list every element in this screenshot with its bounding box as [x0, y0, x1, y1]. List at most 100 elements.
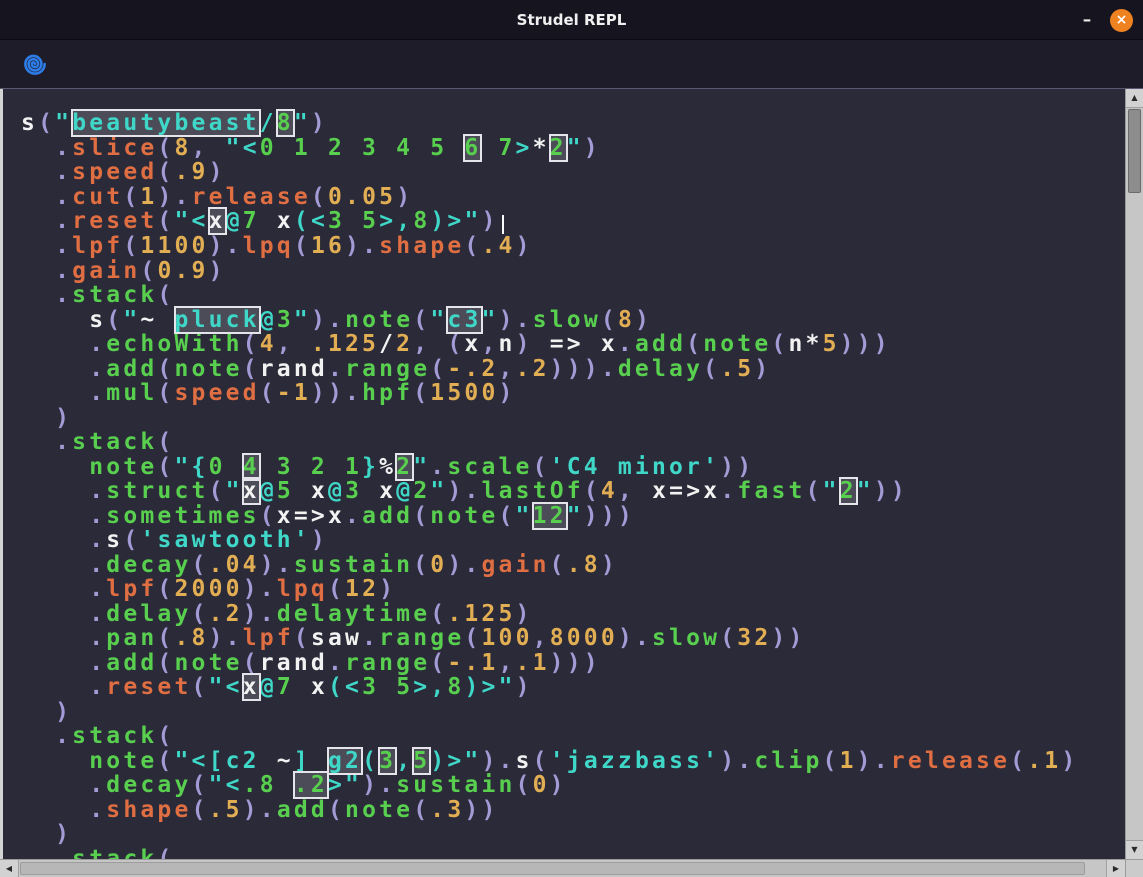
code-token: note [174, 650, 242, 676]
scroll-up-button[interactable]: ▲ [1126, 89, 1143, 108]
code-line[interactable]: .sometimes(x=>x.add(note("12"))) [21, 504, 1125, 529]
code-token: 1 [840, 748, 857, 774]
code-line[interactable]: .echoWith(4, .125/2, (x,n) => x.add(note… [21, 332, 1125, 357]
code-line[interactable]: .add(note(rand.range(-.2,.2))).delay(.5) [21, 357, 1125, 382]
code-token [21, 527, 89, 553]
code-token [21, 625, 89, 651]
code-line[interactable]: .struct("x@5 x@3 x@2").lastOf(4, x=>x.fa… [21, 479, 1125, 504]
code-line[interactable]: .lpf(1100).lpq(16).shape(.4) [21, 234, 1125, 259]
code-token: . [464, 552, 481, 578]
active-event-highlight: c3 [447, 307, 481, 333]
scroll-left-button[interactable]: ◀ [0, 860, 19, 877]
code-line[interactable]: .stack( [21, 847, 1125, 860]
code-token: 5 [823, 331, 840, 357]
code-token [260, 208, 277, 234]
horizontal-scrollbar-thumb[interactable] [20, 862, 1085, 875]
close-icon: × [1116, 12, 1128, 28]
code-line[interactable]: .stack( [21, 724, 1125, 749]
code-token: ( [413, 380, 430, 406]
code-token: ( [243, 650, 260, 676]
code-token: 2 [413, 478, 430, 504]
scrollbar-corner [1125, 859, 1143, 877]
code-token: " [567, 135, 584, 161]
code-token: x [379, 478, 396, 504]
code-token: . [430, 454, 447, 480]
code-line[interactable]: ) [21, 822, 1125, 847]
code-token: s [21, 110, 38, 136]
code-line[interactable]: s("~ pluck@3").note("c3").slow(8) [21, 308, 1125, 333]
code-line[interactable]: .delay(.2).delaytime(.125) [21, 602, 1125, 627]
code-token: , [533, 625, 550, 651]
code-token [21, 184, 55, 210]
code-token: , [481, 331, 498, 357]
code-viewport[interactable]: s("beautybeast/8") .slice(8, "<0 1 2 3 4… [0, 89, 1125, 859]
title-bar[interactable]: Strudel REPL – × [0, 0, 1143, 40]
code-line[interactable]: .add(note(rand.range(-.1,.1))) [21, 651, 1125, 676]
code-line[interactable]: .pan(.8).lpf(saw.range(100,8000).slow(32… [21, 626, 1125, 651]
code-token: 0.05 [328, 184, 396, 210]
code-line[interactable]: note("{0 4 3 2 1}%2".scale('C4 minor')) [21, 455, 1125, 480]
code-token: scale [447, 454, 532, 480]
code-token: .8 [174, 625, 208, 651]
code-token: x [311, 674, 328, 700]
code-line[interactable]: ) [21, 700, 1125, 725]
code-token: / [260, 110, 277, 136]
active-event-highlight: 4 [243, 454, 260, 480]
code-line[interactable]: .mul(speed(-1)).hpf(1500) [21, 381, 1125, 406]
code-line[interactable]: .decay(.04).sustain(0).gain(.8) [21, 553, 1125, 578]
code-line[interactable]: .lpf(2000).lpq(12) [21, 577, 1125, 602]
strudel-logo-icon[interactable] [20, 49, 50, 79]
code-token [21, 356, 89, 382]
code-token: sustain [396, 772, 515, 798]
code-token: ( [413, 552, 430, 578]
code-editor[interactable]: s("beautybeast/8") .slice(8, "<0 1 2 3 4… [3, 89, 1125, 859]
code-token: * [533, 135, 550, 161]
code-token: . [55, 233, 72, 259]
code-line[interactable]: .decay("<.8 .2>").sustain(0) [21, 773, 1125, 798]
code-token: ) [618, 625, 635, 651]
code-token: ) [209, 233, 226, 259]
vertical-scrollbar[interactable]: ▲ ▼ [1125, 89, 1143, 859]
code-line[interactable]: .shape(.5).add(note(.3)) [21, 798, 1125, 823]
code-token: 0.9 [157, 258, 208, 284]
code-token: note [89, 454, 157, 480]
code-line[interactable]: .reset("<x@7 x(<3 5>,8)>") [21, 209, 1125, 234]
code-line[interactable]: .slice(8, "<0 1 2 3 4 5 6 7>*2") [21, 136, 1125, 161]
code-line[interactable]: .stack( [21, 430, 1125, 455]
code-token: lpq [243, 233, 294, 259]
horizontal-scrollbar[interactable]: ◀ ▶ [0, 859, 1125, 877]
code-token: ( [157, 454, 174, 480]
code-token: ( [516, 772, 533, 798]
code-token [260, 748, 277, 774]
code-line[interactable]: .cut(1).release(0.05) [21, 185, 1125, 210]
code-token: . [55, 282, 72, 308]
code-token: ) [243, 797, 260, 823]
code-token [21, 307, 89, 333]
scroll-right-button[interactable]: ▶ [1106, 860, 1125, 877]
code-line[interactable]: note("<[c2 ~] g2(3,5)>").s('jazzbass').c… [21, 749, 1125, 774]
code-token: lastOf [482, 478, 584, 504]
code-token: delay [106, 601, 191, 627]
code-token: decay [106, 552, 191, 578]
scroll-down-button[interactable]: ▼ [1126, 840, 1143, 859]
code-token: "< [226, 135, 260, 161]
close-button[interactable]: × [1110, 9, 1133, 32]
code-line[interactable]: .stack( [21, 283, 1125, 308]
code-line[interactable]: .reset("<x@7 x(<3 5>,8)>") [21, 675, 1125, 700]
code-line[interactable]: .s('sawtooth') [21, 528, 1125, 553]
code-token: shape [379, 233, 464, 259]
code-line[interactable]: s("beautybeast/8") [21, 111, 1125, 136]
minimize-button[interactable]: – [1077, 10, 1097, 30]
code-token: x [311, 478, 328, 504]
code-token: ) [516, 233, 533, 259]
code-token [157, 307, 174, 333]
code-token: s [106, 527, 123, 553]
code-token: .4 [481, 233, 515, 259]
code-token: ) [209, 159, 226, 185]
code-token: . [89, 552, 106, 578]
code-line[interactable]: .speed(.9) [21, 160, 1125, 185]
code-line[interactable]: ) [21, 406, 1125, 431]
code-line[interactable]: .gain(0.9) [21, 259, 1125, 284]
code-token: lpf [106, 576, 157, 602]
vertical-scrollbar-thumb[interactable] [1128, 109, 1141, 193]
